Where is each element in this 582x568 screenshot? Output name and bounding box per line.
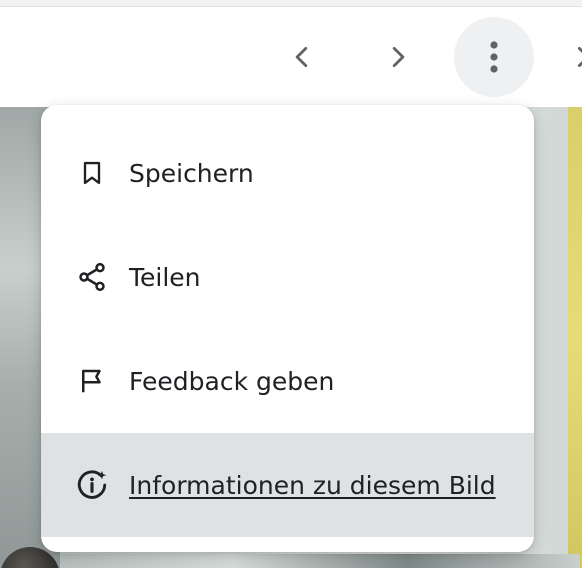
close-icon: [577, 46, 582, 68]
more-vertical-icon: [490, 41, 498, 73]
menu-item-label: Teilen: [129, 262, 201, 292]
background-image-right-strip: [568, 107, 582, 568]
menu-item-label: Informationen zu diesem Bild: [129, 470, 496, 500]
more-options-menu: Speichern Teilen Feedback geben Informat…: [41, 105, 534, 552]
bookmark-icon: [75, 156, 109, 190]
image-viewer-page: Speichern Teilen Feedback geben Informat…: [0, 0, 582, 568]
previous-button[interactable]: [262, 17, 342, 97]
more-options-button[interactable]: [454, 17, 534, 97]
menu-item-save[interactable]: Speichern: [41, 121, 534, 225]
chevron-left-icon: [295, 46, 308, 68]
menu-item-feedback[interactable]: Feedback geben: [41, 329, 534, 433]
top-divider: [0, 0, 582, 7]
chevron-right-icon: [392, 46, 405, 68]
flag-icon: [75, 364, 109, 398]
background-image-bottom-strip: [60, 554, 580, 568]
menu-item-about-this-image[interactable]: Informationen zu diesem Bild: [41, 433, 534, 537]
image-viewer-toolbar: [0, 7, 582, 107]
close-button[interactable]: [548, 17, 582, 97]
info-sparkle-icon: [75, 468, 109, 502]
menu-item-label: Feedback geben: [129, 366, 335, 396]
share-icon: [75, 260, 109, 294]
menu-item-label: Speichern: [129, 158, 254, 188]
next-button[interactable]: [358, 17, 438, 97]
menu-item-share[interactable]: Teilen: [41, 225, 534, 329]
